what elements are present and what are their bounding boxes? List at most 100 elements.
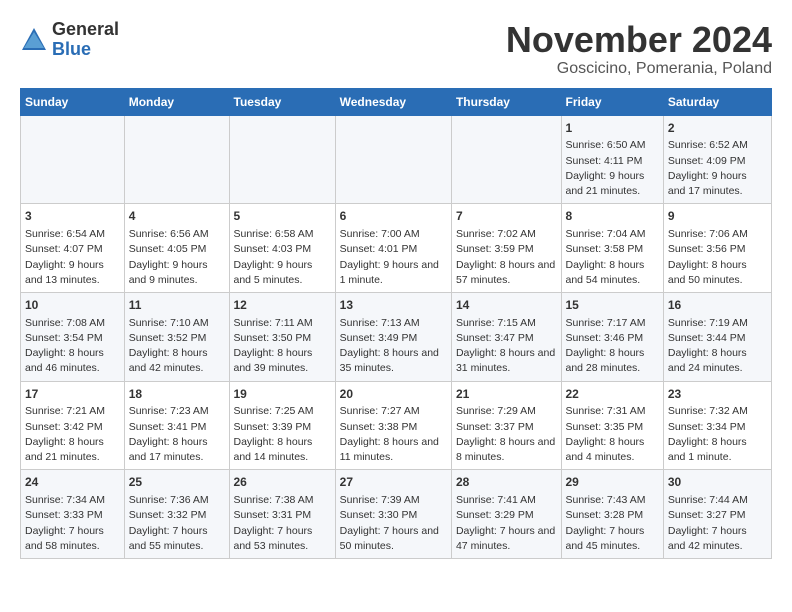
calendar-cell: 4Sunrise: 6:56 AM Sunset: 4:05 PM Daylig… [124, 204, 229, 293]
calendar-cell: 6 Sunrise: 7:00 AM Sunset: 4:01 PM Daylig… [335, 204, 451, 293]
day-info: Sunrise: 7:10 AM Sunset: 3:52 PM Dayligh… [129, 316, 225, 377]
weekday-header-sunday: Sunday [21, 88, 125, 115]
calendar-cell: 9Sunrise: 7:06 AM Sunset: 3:56 PM Daylig… [663, 204, 771, 293]
calendar-cell: 20Sunrise: 7:27 AM Sunset: 3:38 PM Dayli… [335, 381, 451, 470]
day-info: Sunrise: 7:25 AM Sunset: 3:39 PM Dayligh… [234, 404, 331, 465]
day-number: 30 [668, 474, 767, 491]
calendar-cell: 17Sunrise: 7:21 AM Sunset: 3:42 PM Dayli… [21, 381, 125, 470]
day-info: Sunrise: 6:58 AM Sunset: 4:03 PM Dayligh… [234, 227, 331, 288]
day-info: Sunrise: 7:38 AM Sunset: 3:31 PM Dayligh… [234, 493, 331, 554]
day-number: 1 [566, 120, 659, 137]
calendar-cell [335, 115, 451, 204]
month-title: November 2024 [506, 20, 772, 60]
day-number: 22 [566, 386, 659, 403]
day-number: 7 [456, 208, 557, 225]
calendar-header: SundayMondayTuesdayWednesdayThursdayFrid… [21, 88, 772, 115]
calendar-cell [451, 115, 561, 204]
weekday-header-saturday: Saturday [663, 88, 771, 115]
calendar-week-row: 17Sunrise: 7:21 AM Sunset: 3:42 PM Dayli… [21, 381, 772, 470]
calendar-cell: 18Sunrise: 7:23 AM Sunset: 3:41 PM Dayli… [124, 381, 229, 470]
calendar-cell: 16 Sunrise: 7:19 AM Sunset: 3:44 PM Dayli… [663, 292, 771, 381]
day-number: 5 [234, 208, 331, 225]
day-number: 21 [456, 386, 557, 403]
day-info: Sunrise: 6:54 AM Sunset: 4:07 PM Dayligh… [25, 227, 120, 288]
day-number: 11 [129, 297, 225, 314]
day-info: Sunrise: 7:17 AM Sunset: 3:46 PM Dayligh… [566, 316, 659, 377]
logo-general-text: General [52, 20, 119, 40]
calendar-week-row: 24Sunrise: 7:34 AM Sunset: 3:33 PM Dayli… [21, 470, 772, 559]
calendar-cell [21, 115, 125, 204]
day-number: 25 [129, 474, 225, 491]
day-info: Sunrise: 6:50 AM Sunset: 4:11 PM Dayligh… [566, 138, 659, 199]
calendar-cell: 3Sunrise: 6:54 AM Sunset: 4:07 PM Daylig… [21, 204, 125, 293]
logo-text: General Blue [52, 20, 119, 60]
day-info: Sunrise: 6:52 AM Sunset: 4:09 PM Dayligh… [668, 138, 767, 199]
calendar-cell: 21Sunrise: 7:29 AM Sunset: 3:37 PM Dayli… [451, 381, 561, 470]
calendar-cell: 15Sunrise: 7:17 AM Sunset: 3:46 PM Dayli… [561, 292, 663, 381]
calendar-cell: 14Sunrise: 7:15 AM Sunset: 3:47 PM Dayli… [451, 292, 561, 381]
day-info: Sunrise: 7:06 AM Sunset: 3:56 PM Dayligh… [668, 227, 767, 288]
day-number: 27 [340, 474, 447, 491]
calendar-body: 1Sunrise: 6:50 AM Sunset: 4:11 PM Daylig… [21, 115, 772, 558]
calendar-week-row: 3Sunrise: 6:54 AM Sunset: 4:07 PM Daylig… [21, 204, 772, 293]
calendar-cell: 7Sunrise: 7:02 AM Sunset: 3:59 PM Daylig… [451, 204, 561, 293]
calendar-cell: 27 Sunrise: 7:39 AM Sunset: 3:30 PM Dayli… [335, 470, 451, 559]
calendar-cell: 29Sunrise: 7:43 AM Sunset: 3:28 PM Dayli… [561, 470, 663, 559]
calendar-cell [229, 115, 335, 204]
day-number: 26 [234, 474, 331, 491]
calendar-cell: 25 Sunrise: 7:36 AM Sunset: 3:32 PM Dayli… [124, 470, 229, 559]
logo: General Blue [20, 20, 119, 60]
day-info: Sunrise: 7:19 AM Sunset: 3:44 PM Dayligh… [668, 316, 767, 377]
day-info: Sunrise: 7:04 AM Sunset: 3:58 PM Dayligh… [566, 227, 659, 288]
day-info: Sunrise: 7:08 AM Sunset: 3:54 PM Dayligh… [25, 316, 120, 377]
day-info: Sunrise: 7:31 AM Sunset: 3:35 PM Dayligh… [566, 404, 659, 465]
weekday-header-wednesday: Wednesday [335, 88, 451, 115]
day-info: Sunrise: 7:21 AM Sunset: 3:42 PM Dayligh… [25, 404, 120, 465]
day-info: Sunrise: 7:00 AM Sunset: 4:01 PM Dayligh… [340, 227, 447, 288]
day-number: 4 [129, 208, 225, 225]
calendar-cell: 10 Sunrise: 7:08 AM Sunset: 3:54 PM Dayli… [21, 292, 125, 381]
weekday-header-row: SundayMondayTuesdayWednesdayThursdayFrid… [21, 88, 772, 115]
day-info: Sunrise: 7:44 AM Sunset: 3:27 PM Dayligh… [668, 493, 767, 554]
calendar-cell: 2Sunrise: 6:52 AM Sunset: 4:09 PM Daylig… [663, 115, 771, 204]
day-info: Sunrise: 7:23 AM Sunset: 3:41 PM Dayligh… [129, 404, 225, 465]
day-info: Sunrise: 7:29 AM Sunset: 3:37 PM Dayligh… [456, 404, 557, 465]
day-info: Sunrise: 7:11 AM Sunset: 3:50 PM Dayligh… [234, 316, 331, 377]
calendar-week-row: 1Sunrise: 6:50 AM Sunset: 4:11 PM Daylig… [21, 115, 772, 204]
day-info: Sunrise: 7:15 AM Sunset: 3:47 PM Dayligh… [456, 316, 557, 377]
calendar-cell: 26 Sunrise: 7:38 AM Sunset: 3:31 PM Dayli… [229, 470, 335, 559]
header: General Blue November 2024 Goscicino, Po… [20, 20, 772, 78]
day-number: 18 [129, 386, 225, 403]
day-info: Sunrise: 7:34 AM Sunset: 3:33 PM Dayligh… [25, 493, 120, 554]
day-info: Sunrise: 7:27 AM Sunset: 3:38 PM Dayligh… [340, 404, 447, 465]
calendar-cell: 19Sunrise: 7:25 AM Sunset: 3:39 PM Dayli… [229, 381, 335, 470]
logo-blue-text: Blue [52, 40, 119, 60]
calendar-cell: 11 Sunrise: 7:10 AM Sunset: 3:52 PM Dayli… [124, 292, 229, 381]
calendar-cell: 22Sunrise: 7:31 AM Sunset: 3:35 PM Dayli… [561, 381, 663, 470]
calendar-cell: 28Sunrise: 7:41 AM Sunset: 3:29 PM Dayli… [451, 470, 561, 559]
day-info: Sunrise: 7:41 AM Sunset: 3:29 PM Dayligh… [456, 493, 557, 554]
day-info: Sunrise: 7:32 AM Sunset: 3:34 PM Dayligh… [668, 404, 767, 465]
calendar-cell: 8 Sunrise: 7:04 AM Sunset: 3:58 PM Daylig… [561, 204, 663, 293]
calendar-week-row: 10 Sunrise: 7:08 AM Sunset: 3:54 PM Dayli… [21, 292, 772, 381]
day-number: 6 [340, 208, 447, 225]
day-number: 13 [340, 297, 447, 314]
calendar-cell [124, 115, 229, 204]
day-number: 23 [668, 386, 767, 403]
day-number: 17 [25, 386, 120, 403]
day-number: 8 [566, 208, 659, 225]
weekday-header-thursday: Thursday [451, 88, 561, 115]
calendar-cell: 13Sunrise: 7:13 AM Sunset: 3:49 PM Dayli… [335, 292, 451, 381]
calendar-cell: 5 Sunrise: 6:58 AM Sunset: 4:03 PM Daylig… [229, 204, 335, 293]
weekday-header-tuesday: Tuesday [229, 88, 335, 115]
calendar-cell: 30 Sunrise: 7:44 AM Sunset: 3:27 PM Dayli… [663, 470, 771, 559]
day-info: Sunrise: 7:36 AM Sunset: 3:32 PM Dayligh… [129, 493, 225, 554]
weekday-header-monday: Monday [124, 88, 229, 115]
day-info: Sunrise: 7:39 AM Sunset: 3:30 PM Dayligh… [340, 493, 447, 554]
calendar-cell: 12Sunrise: 7:11 AM Sunset: 3:50 PM Dayli… [229, 292, 335, 381]
logo-icon [20, 26, 48, 54]
day-number: 16 [668, 297, 767, 314]
title-area: November 2024 Goscicino, Pomerania, Pola… [506, 20, 772, 78]
day-number: 10 [25, 297, 120, 314]
calendar-cell: 23Sunrise: 7:32 AM Sunset: 3:34 PM Dayli… [663, 381, 771, 470]
